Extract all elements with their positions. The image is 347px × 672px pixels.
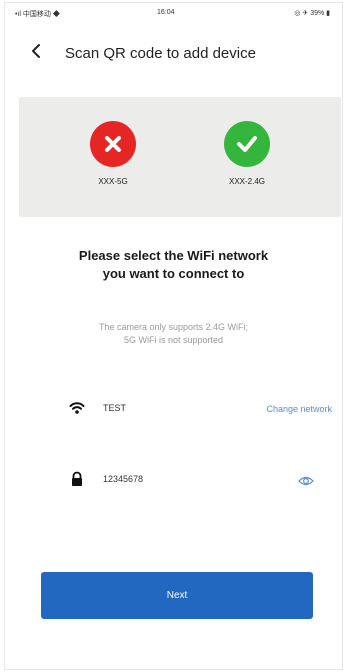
- unsupported-example: XXX-5G: [73, 121, 153, 186]
- back-arrow-icon: [32, 44, 40, 58]
- status-bar: •ıl 中国移动 ◆ 16:04 ◎ ✈ 39% ▮: [5, 3, 342, 25]
- instruction-line-2: you want to connect to: [102, 266, 245, 281]
- supported-label: XXX-2.4G: [228, 177, 265, 186]
- instruction-heading: Please select the WiFi network you want …: [5, 247, 342, 283]
- change-network-link[interactable]: Change network: [266, 404, 332, 414]
- wifi-ssid: TEST: [103, 403, 127, 413]
- password-row: 12345678: [5, 469, 342, 493]
- unsupported-label: XXX-5G: [98, 177, 128, 186]
- x-icon: [105, 136, 121, 152]
- wifi-support-note: The camera only supports 2.4G WiFi; 5G W…: [5, 321, 342, 347]
- check-icon: [237, 136, 257, 152]
- status-time: 16:04: [157, 9, 175, 16]
- note-line-2: 5G WiFi is not supported: [123, 335, 224, 345]
- phone-screen: •ıl 中国移动 ◆ 16:04 ◎ ✈ 39% ▮ Scan QR code …: [4, 2, 343, 670]
- lock-icon: [72, 471, 82, 486]
- wifi-icon: [69, 402, 85, 414]
- show-password-button[interactable]: [296, 471, 316, 491]
- wifi-row: TEST Change network: [5, 398, 342, 422]
- page-title: Scan QR code to add device: [65, 45, 256, 62]
- network-example-panel: XXX-5G XXX-2.4G: [19, 97, 341, 217]
- next-button[interactable]: Next: [41, 572, 313, 619]
- header: Scan QR code to add device: [5, 35, 342, 71]
- status-indicators: ◎ ✈ 39% ▮: [294, 10, 330, 17]
- instruction-line-1: Please select the WiFi network: [78, 248, 269, 263]
- back-button[interactable]: [27, 41, 47, 61]
- password-field[interactable]: 12345678: [103, 474, 143, 484]
- supported-example: XXX-2.4G: [207, 121, 287, 186]
- status-carrier: •ıl 中国移动 ◆: [15, 11, 60, 18]
- x-circle-icon: [90, 121, 136, 167]
- eye-icon: [298, 476, 314, 486]
- check-circle-icon: [224, 121, 270, 167]
- note-line-1: The camera only supports 2.4G WiFi;: [98, 322, 249, 332]
